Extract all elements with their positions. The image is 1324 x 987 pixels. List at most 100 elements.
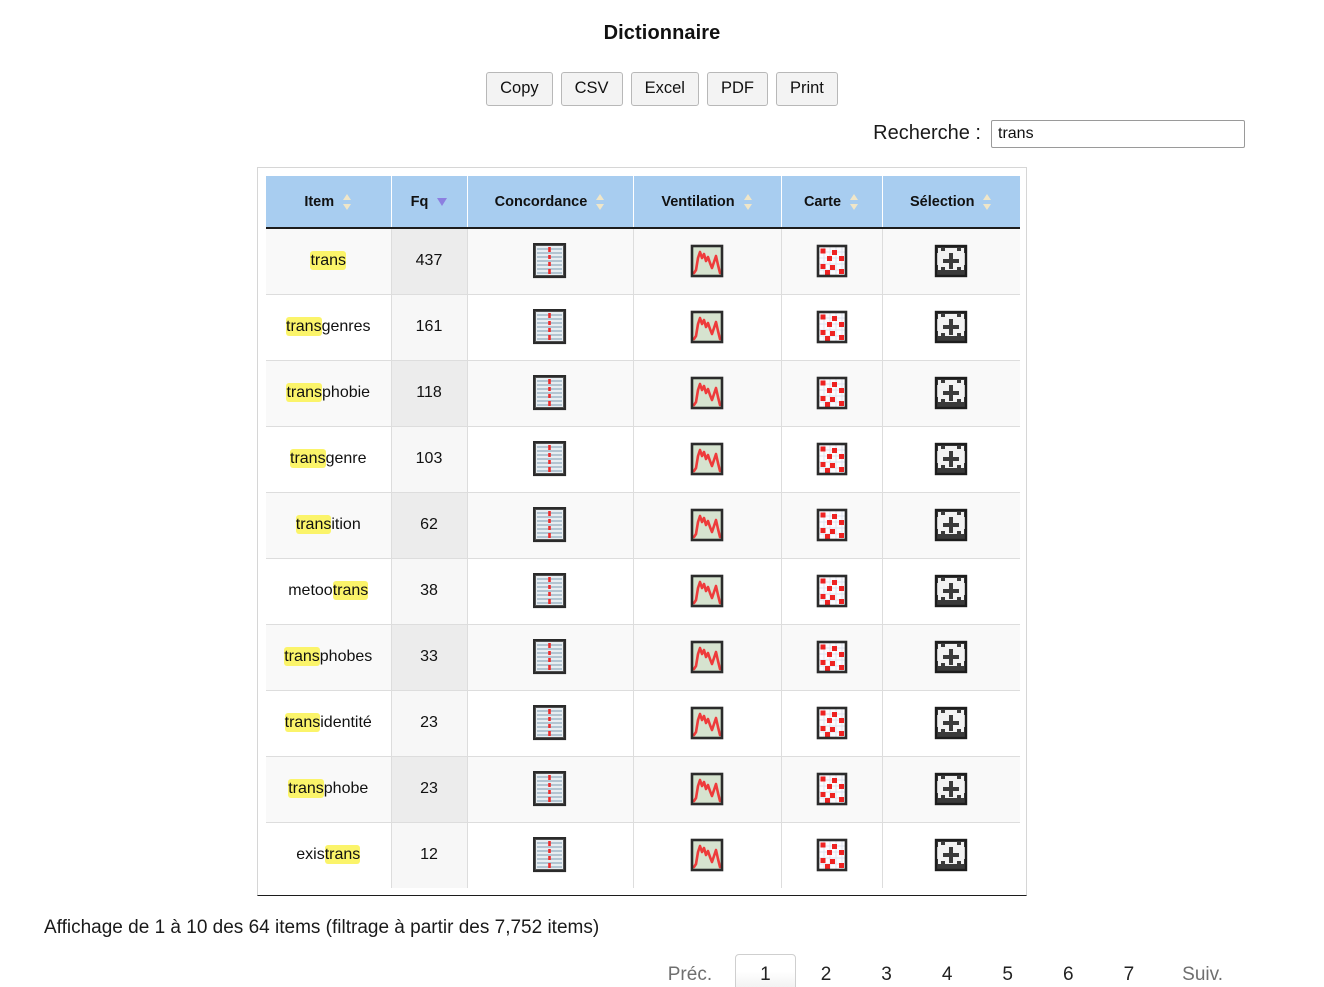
column-header-selection[interactable]: Sélection — [882, 176, 1020, 229]
sort-both-icon[interactable] — [596, 193, 605, 210]
gear-plus-icon-cell[interactable] — [882, 624, 1020, 691]
map-scatter-icon[interactable] — [816, 376, 848, 410]
pagination-page-5[interactable]: 5 — [977, 956, 1038, 987]
table-row[interactable]: transition 62 — [266, 492, 1020, 559]
table-row[interactable]: transphobie 118 — [266, 360, 1020, 427]
column-header-concordance[interactable]: Concordance — [467, 176, 634, 229]
gear-plus-icon-cell[interactable] — [882, 690, 1020, 757]
gear-plus-icon-cell[interactable] — [882, 294, 1020, 361]
ventilation-chart-icon-cell[interactable] — [633, 294, 782, 361]
map-scatter-icon-cell[interactable] — [781, 426, 883, 493]
pdf-button[interactable]: PDF — [706, 72, 768, 106]
concordance-icon[interactable] — [533, 375, 567, 411]
concordance-icon-cell[interactable] — [467, 756, 634, 823]
map-scatter-icon-cell[interactable] — [781, 294, 883, 361]
map-scatter-icon[interactable] — [816, 574, 848, 608]
ventilation-chart-icon[interactable] — [690, 244, 724, 278]
ventilation-chart-icon-cell[interactable] — [633, 228, 782, 295]
concordance-icon-cell[interactable] — [467, 690, 634, 757]
pagination-previous[interactable]: Préc. — [645, 956, 735, 987]
concordance-icon[interactable] — [533, 771, 567, 807]
map-scatter-icon-cell[interactable] — [781, 822, 883, 888]
map-scatter-icon-cell[interactable] — [781, 558, 883, 625]
pagination-page-4[interactable]: 4 — [917, 956, 978, 987]
concordance-icon[interactable] — [533, 441, 567, 477]
ventilation-chart-icon-cell[interactable] — [633, 690, 782, 757]
map-scatter-icon[interactable] — [816, 838, 848, 872]
pagination-next[interactable]: Suiv. — [1159, 956, 1246, 987]
map-scatter-icon-cell[interactable] — [781, 756, 883, 823]
gear-plus-icon[interactable] — [934, 442, 968, 476]
gear-plus-icon-cell[interactable] — [882, 228, 1020, 295]
pagination-page-3[interactable]: 3 — [856, 956, 917, 987]
table-row[interactable]: existrans 12 — [266, 822, 1020, 888]
gear-plus-icon[interactable] — [934, 508, 968, 542]
gear-plus-icon-cell[interactable] — [882, 558, 1020, 625]
excel-button[interactable]: Excel — [630, 72, 699, 106]
gear-plus-icon[interactable] — [934, 706, 968, 740]
gear-plus-icon[interactable] — [934, 640, 968, 674]
table-row[interactable]: transphobes 33 — [266, 624, 1020, 691]
concordance-icon-cell[interactable] — [467, 492, 634, 559]
ventilation-chart-icon[interactable] — [690, 838, 724, 872]
map-scatter-icon[interactable] — [816, 310, 848, 344]
gear-plus-icon[interactable] — [934, 838, 968, 872]
pagination-page-2[interactable]: 2 — [796, 956, 857, 987]
ventilation-chart-icon-cell[interactable] — [633, 492, 782, 559]
concordance-icon-cell[interactable] — [467, 426, 634, 493]
table-row[interactable]: transgenre 103 — [266, 426, 1020, 493]
pagination-page-6[interactable]: 6 — [1038, 956, 1099, 987]
copy-button[interactable]: Copy — [486, 72, 553, 106]
concordance-icon-cell[interactable] — [467, 228, 634, 295]
concordance-icon-cell[interactable] — [467, 558, 634, 625]
sort-both-icon[interactable] — [743, 193, 753, 210]
map-scatter-icon[interactable] — [816, 772, 848, 806]
gear-plus-icon[interactable] — [934, 376, 968, 410]
map-scatter-icon[interactable] — [816, 706, 848, 740]
sort-descending-icon[interactable] — [437, 197, 448, 206]
ventilation-chart-icon[interactable] — [690, 508, 724, 542]
concordance-icon[interactable] — [533, 837, 567, 873]
ventilation-chart-icon[interactable] — [690, 640, 724, 674]
sort-both-icon[interactable] — [343, 193, 352, 210]
map-scatter-icon-cell[interactable] — [781, 228, 883, 295]
sort-both-icon[interactable] — [850, 193, 859, 210]
map-scatter-icon[interactable] — [816, 442, 848, 476]
print-button[interactable]: Print — [775, 72, 838, 106]
ventilation-chart-icon-cell[interactable] — [633, 624, 782, 691]
concordance-icon[interactable] — [533, 639, 567, 675]
map-scatter-icon-cell[interactable] — [781, 492, 883, 559]
ventilation-chart-icon[interactable] — [690, 706, 724, 740]
gear-plus-icon-cell[interactable] — [882, 492, 1020, 559]
ventilation-chart-icon-cell[interactable] — [633, 360, 782, 427]
ventilation-chart-icon[interactable] — [690, 376, 724, 410]
gear-plus-icon[interactable] — [934, 244, 968, 278]
column-header-ventilation[interactable]: Ventilation — [633, 176, 782, 229]
gear-plus-icon[interactable] — [934, 310, 968, 344]
pagination-page-7[interactable]: 7 — [1099, 956, 1160, 987]
table-row[interactable]: trans 437 — [266, 228, 1020, 295]
map-scatter-icon[interactable] — [816, 508, 848, 542]
search-input[interactable] — [991, 119, 1245, 148]
gear-plus-icon-cell[interactable] — [882, 756, 1020, 823]
gear-plus-icon[interactable] — [934, 772, 968, 806]
column-header-fq[interactable]: Fq — [391, 176, 468, 229]
column-header-carte[interactable]: Carte — [781, 176, 883, 229]
table-row[interactable]: transphobe 23 — [266, 756, 1020, 823]
gear-plus-icon[interactable] — [934, 574, 968, 608]
ventilation-chart-icon-cell[interactable] — [633, 426, 782, 493]
concordance-icon-cell[interactable] — [467, 360, 634, 427]
map-scatter-icon-cell[interactable] — [781, 624, 883, 691]
concordance-icon-cell[interactable] — [467, 624, 634, 691]
ventilation-chart-icon[interactable] — [690, 574, 724, 608]
ventilation-chart-icon-cell[interactable] — [633, 756, 782, 823]
pagination-page-1[interactable]: 1 — [735, 954, 796, 987]
concordance-icon[interactable] — [533, 309, 567, 345]
csv-button[interactable]: CSV — [560, 72, 623, 106]
concordance-icon-cell[interactable] — [467, 822, 634, 888]
concordance-icon[interactable] — [533, 507, 567, 543]
concordance-icon-cell[interactable] — [467, 294, 634, 361]
concordance-icon[interactable] — [533, 573, 567, 609]
column-header-item[interactable]: Item — [266, 176, 392, 229]
table-row[interactable]: transidentité 23 — [266, 690, 1020, 757]
